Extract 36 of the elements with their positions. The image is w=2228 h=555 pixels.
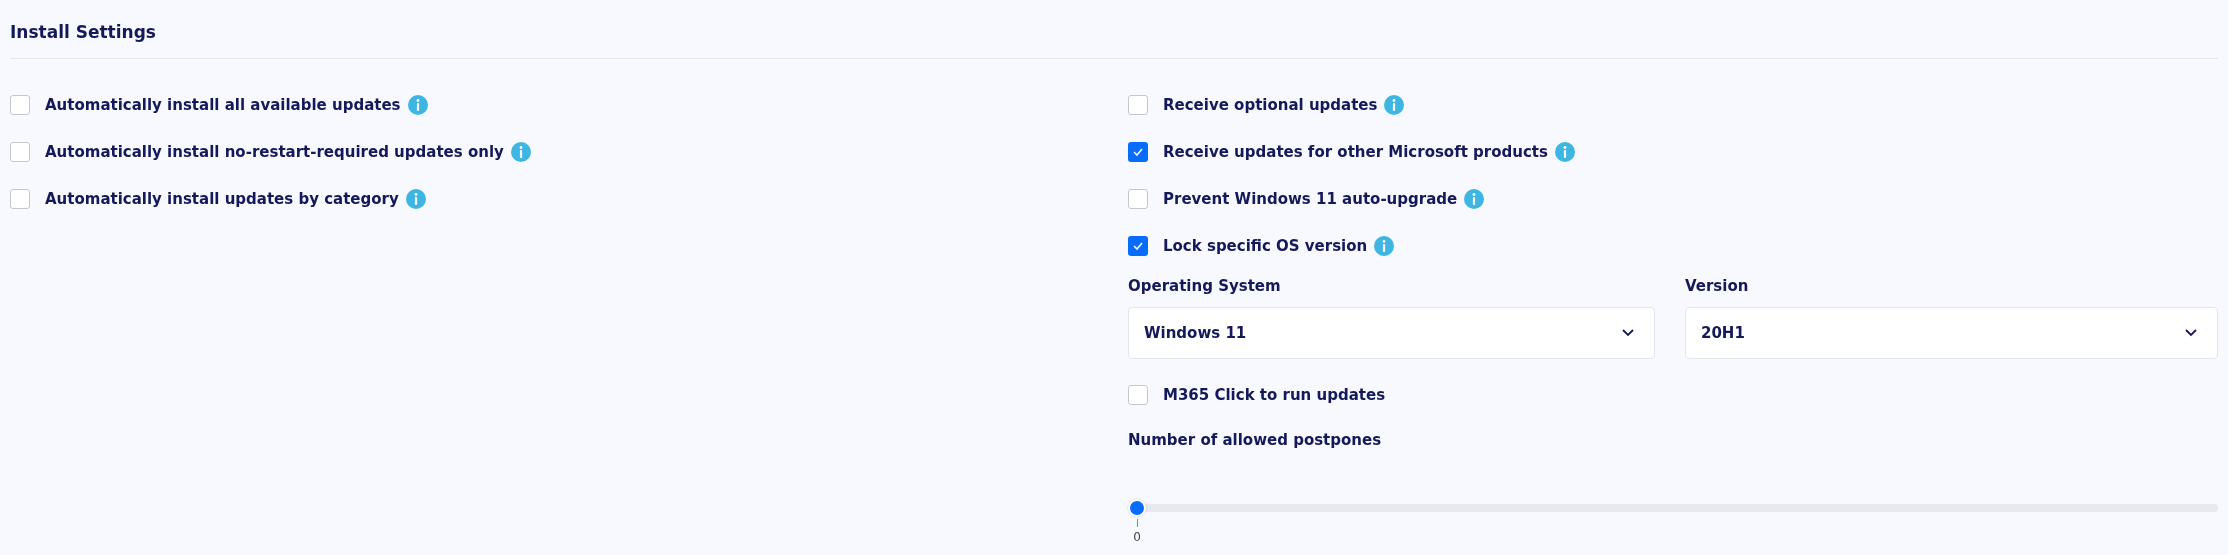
- slider-label: Number of allowed postpones: [1128, 431, 1382, 449]
- dropdown[interactable]: 20H1: [1685, 307, 2218, 359]
- option-label: Prevent Windows 11 auto-upgrade: [1163, 189, 1458, 208]
- info-icon[interactable]: [510, 141, 531, 162]
- info-icon[interactable]: [1374, 235, 1395, 256]
- option-label: Automatically install all available updates: [45, 95, 401, 114]
- field-label: Version: [1685, 277, 1750, 295]
- option-label: Receive optional updates: [1163, 95, 1378, 114]
- checkbox[interactable]: [10, 141, 30, 162]
- option-label: Lock specific OS version: [1163, 236, 1368, 255]
- checkbox[interactable]: [1128, 384, 1148, 405]
- option-label: Automatically install updates by category: [45, 189, 399, 208]
- slider[interactable]: [1128, 499, 2218, 517]
- dropdown[interactable]: Windows 11: [1128, 307, 1655, 359]
- checkbox[interactable]: [1128, 188, 1148, 209]
- checkbox[interactable]: [1128, 94, 1148, 115]
- info-icon[interactable]: [1464, 188, 1485, 209]
- chevron-down-icon: [2185, 329, 2197, 337]
- checkbox[interactable]: [1128, 141, 1148, 162]
- checkbox[interactable]: [1128, 235, 1148, 256]
- info-icon[interactable]: [1384, 94, 1405, 115]
- info-icon[interactable]: [405, 188, 426, 209]
- option-label: Receive updates for other Microsoft products: [1163, 142, 1548, 161]
- checkmark-icon: [1133, 147, 1143, 156]
- info-icon[interactable]: [1554, 141, 1575, 162]
- section-title: Install Settings: [10, 22, 2218, 59]
- slider-thumb[interactable]: [1128, 499, 1146, 517]
- checkmark-icon: [1133, 241, 1143, 250]
- checkbox[interactable]: [10, 188, 30, 209]
- tick-label: 0: [1133, 530, 1141, 544]
- option-label: Automatically install no-restart-required updates only: [45, 142, 504, 161]
- chevron-down-icon: [1622, 329, 1634, 337]
- option-label: M365 Click to run updates: [1163, 385, 1386, 404]
- field-label: Operating System: [1128, 277, 1282, 295]
- info-icon[interactable]: [407, 94, 428, 115]
- checkbox[interactable]: [10, 94, 30, 115]
